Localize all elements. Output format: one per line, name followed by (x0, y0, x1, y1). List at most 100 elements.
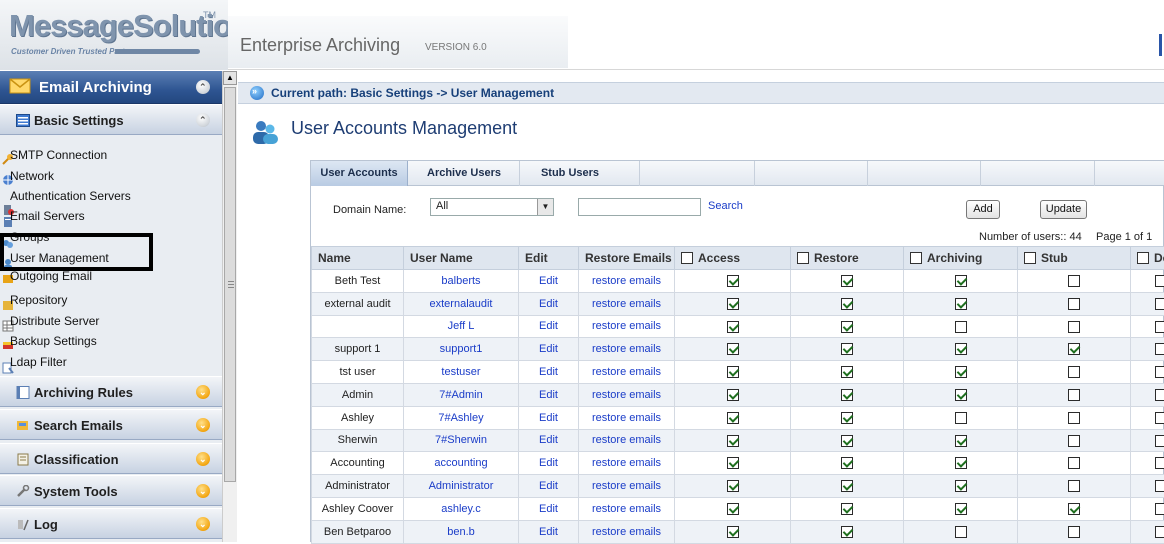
access-checkbox[interactable] (727, 366, 739, 378)
cell-restore-emails-link[interactable]: restore emails (579, 361, 675, 384)
access-checkbox[interactable] (727, 321, 739, 333)
stub-checkbox[interactable] (1068, 298, 1080, 310)
cell-restore-emails-link[interactable]: restore emails (579, 292, 675, 315)
de-checkbox[interactable] (1155, 366, 1164, 378)
restore-checkbox[interactable] (841, 480, 853, 492)
sidebar-item-email-servers[interactable]: Email Servers (0, 208, 222, 228)
cell-restore-emails-link[interactable]: restore emails (579, 338, 675, 361)
de-checkbox[interactable] (1155, 412, 1164, 424)
sidebar-item-repository[interactable]: Repository (0, 292, 222, 312)
sidebar-category-archiving-rules[interactable]: Archiving Rules ⌄ (0, 376, 222, 407)
cell-edit-link[interactable]: Edit (519, 338, 579, 361)
sidebar-category-log[interactable]: Log ⌄ (0, 508, 222, 539)
cell-user-name-link[interactable]: testuser (404, 361, 519, 384)
archiving-checkbox[interactable] (955, 435, 967, 447)
restore-checkbox[interactable] (841, 343, 853, 355)
cell-user-name-link[interactable]: Jeff L (404, 315, 519, 338)
stub-checkbox[interactable] (1068, 480, 1080, 492)
cell-user-name-link[interactable]: externalaudit (404, 292, 519, 315)
de-checkbox[interactable] (1155, 389, 1164, 401)
stub-checkbox[interactable] (1068, 343, 1080, 355)
cell-restore-emails-link[interactable]: restore emails (579, 497, 675, 520)
sidebar-item-backup-settings[interactable]: Backup Settings (0, 333, 222, 353)
sidebar-item-smtp-connection[interactable]: SMTP Connection (0, 147, 222, 167)
collapse-icon[interactable]: ⌃ (196, 113, 210, 127)
sidebar-section-email-archiving[interactable]: Email Archiving ⌃ (0, 71, 222, 104)
cell-edit-link[interactable]: Edit (519, 452, 579, 475)
cell-restore-emails-link[interactable]: restore emails (579, 452, 675, 475)
cell-edit-link[interactable]: Edit (519, 520, 579, 543)
collapse-icon[interactable]: ⌃ (196, 80, 210, 94)
cell-user-name-link[interactable]: balberts (404, 270, 519, 293)
expand-icon[interactable]: ⌄ (196, 418, 210, 432)
cell-user-name-link[interactable]: ashley.c (404, 497, 519, 520)
archiving-checkbox[interactable] (955, 321, 967, 333)
tab-stub-users[interactable]: Stub Users (520, 161, 620, 186)
cell-edit-link[interactable]: Edit (519, 429, 579, 452)
sidebar-category-system-tools[interactable]: System Tools ⌄ (0, 475, 222, 506)
sidebar-item-network[interactable]: Network (0, 168, 222, 188)
restore-checkbox[interactable] (841, 412, 853, 424)
add-button[interactable]: Add (966, 200, 1000, 219)
archiving-checkbox[interactable] (955, 343, 967, 355)
cell-user-name-link[interactable]: 7#Ashley (404, 406, 519, 429)
sidebar-scrollbar[interactable]: ▲ (222, 71, 237, 542)
stub-checkbox[interactable] (1068, 275, 1080, 287)
sidebar-item-distribute-server[interactable]: Distribute Server (0, 313, 222, 333)
cell-restore-emails-link[interactable]: restore emails (579, 315, 675, 338)
select-all-restore-checkbox[interactable] (797, 252, 809, 264)
cell-edit-link[interactable]: Edit (519, 315, 579, 338)
stub-checkbox[interactable] (1068, 457, 1080, 469)
expand-icon[interactable]: ⌄ (196, 385, 210, 399)
select-all-stub-checkbox[interactable] (1024, 252, 1036, 264)
archiving-checkbox[interactable] (955, 480, 967, 492)
cell-edit-link[interactable]: Edit (519, 270, 579, 293)
cell-edit-link[interactable]: Edit (519, 475, 579, 498)
access-checkbox[interactable] (727, 298, 739, 310)
access-checkbox[interactable] (727, 343, 739, 355)
cell-restore-emails-link[interactable]: restore emails (579, 383, 675, 406)
cell-edit-link[interactable]: Edit (519, 383, 579, 406)
cell-restore-emails-link[interactable]: restore emails (579, 270, 675, 293)
restore-checkbox[interactable] (841, 298, 853, 310)
cell-restore-emails-link[interactable]: restore emails (579, 406, 675, 429)
restore-checkbox[interactable] (841, 526, 853, 538)
de-checkbox[interactable] (1155, 435, 1164, 447)
stub-checkbox[interactable] (1068, 412, 1080, 424)
sidebar-item-outgoing-email[interactable]: Outgoing Email (0, 268, 222, 288)
de-checkbox[interactable] (1155, 503, 1164, 515)
access-checkbox[interactable] (727, 389, 739, 401)
de-checkbox[interactable] (1155, 275, 1164, 287)
cell-restore-emails-link[interactable]: restore emails (579, 429, 675, 452)
de-checkbox[interactable] (1155, 480, 1164, 492)
update-button[interactable]: Update (1040, 200, 1087, 219)
restore-checkbox[interactable] (841, 435, 853, 447)
de-checkbox[interactable] (1155, 526, 1164, 538)
cell-edit-link[interactable]: Edit (519, 361, 579, 384)
stub-checkbox[interactable] (1068, 366, 1080, 378)
stub-checkbox[interactable] (1068, 435, 1080, 447)
domain-select[interactable]: All ▼ (430, 198, 554, 216)
expand-icon[interactable]: ⌄ (196, 517, 210, 531)
restore-checkbox[interactable] (841, 321, 853, 333)
archiving-checkbox[interactable] (955, 389, 967, 401)
search-input[interactable] (578, 198, 701, 216)
restore-checkbox[interactable] (841, 275, 853, 287)
cell-user-name-link[interactable]: Administrator (404, 475, 519, 498)
access-checkbox[interactable] (727, 503, 739, 515)
cell-edit-link[interactable]: Edit (519, 497, 579, 520)
access-checkbox[interactable] (727, 457, 739, 469)
stub-checkbox[interactable] (1068, 526, 1080, 538)
tab-user-accounts[interactable]: User Accounts (311, 161, 408, 186)
search-link[interactable]: Search (708, 200, 743, 212)
chevron-down-icon[interactable]: ▼ (537, 199, 553, 215)
select-all-archiving-checkbox[interactable] (910, 252, 922, 264)
tab-archive-users[interactable]: Archive Users (409, 161, 519, 186)
cell-user-name-link[interactable]: 7#Admin (404, 383, 519, 406)
access-checkbox[interactable] (727, 412, 739, 424)
expand-icon[interactable]: ⌄ (196, 484, 210, 498)
scroll-up-arrow-icon[interactable]: ▲ (223, 71, 237, 85)
sidebar-item-ldap-filter[interactable]: Ldap Filter (0, 354, 222, 374)
select-all-access-checkbox[interactable] (681, 252, 693, 264)
cell-user-name-link[interactable]: 7#Sherwin (404, 429, 519, 452)
